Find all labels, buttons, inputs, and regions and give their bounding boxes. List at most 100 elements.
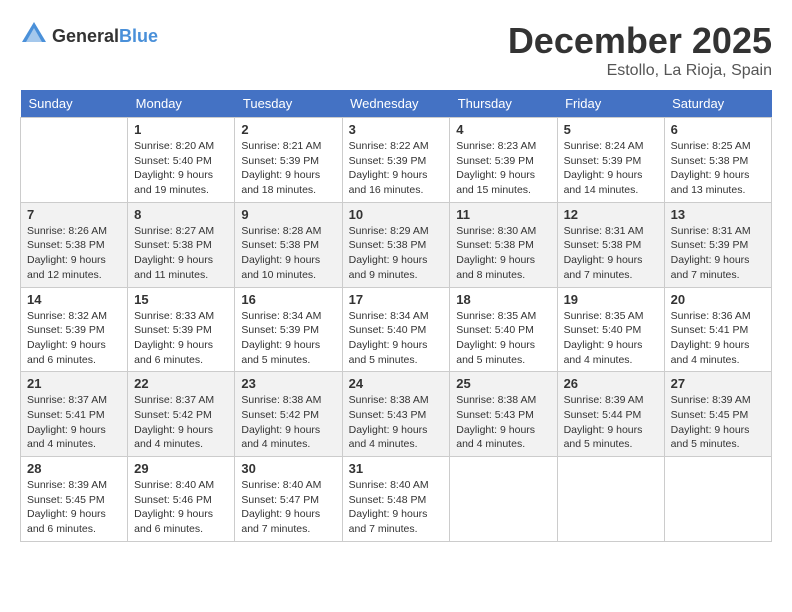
day-number: 23 — [241, 376, 335, 391]
day-info: Sunrise: 8:39 AMSunset: 5:45 PMDaylight:… — [27, 478, 121, 537]
calendar-day-cell: 19Sunrise: 8:35 AMSunset: 5:40 PMDayligh… — [557, 287, 664, 372]
day-info: Sunrise: 8:39 AMSunset: 5:45 PMDaylight:… — [671, 393, 765, 452]
day-number: 6 — [671, 122, 765, 137]
day-info: Sunrise: 8:38 AMSunset: 5:43 PMDaylight:… — [349, 393, 444, 452]
page-header: GeneralBlue December 2025 Estollo, La Ri… — [20, 20, 772, 80]
weekday-header: Thursday — [450, 90, 557, 118]
day-info: Sunrise: 8:29 AMSunset: 5:38 PMDaylight:… — [349, 224, 444, 283]
day-number: 27 — [671, 376, 765, 391]
calendar-day-cell: 5Sunrise: 8:24 AMSunset: 5:39 PMDaylight… — [557, 118, 664, 203]
day-info: Sunrise: 8:34 AMSunset: 5:39 PMDaylight:… — [241, 309, 335, 368]
calendar-day-cell: 15 Sunrise: 8:33 AMSunset: 5:39 PMDayligh… — [128, 287, 235, 372]
day-info: Sunrise: 8:37 AMSunset: 5:42 PMDaylight:… — [134, 393, 228, 452]
day-number: 18 — [456, 292, 550, 307]
day-number: 2 — [241, 122, 335, 137]
calendar-header-row: SundayMondayTuesdayWednesdayThursdayFrid… — [21, 90, 772, 118]
day-number: 24 — [349, 376, 444, 391]
weekday-header: Friday — [557, 90, 664, 118]
weekday-header: Monday — [128, 90, 235, 118]
day-info: Sunrise: 8:39 AMSunset: 5:44 PMDaylight:… — [564, 393, 658, 452]
calendar-day-cell — [450, 457, 557, 542]
day-info: Sunrise: 8:37 AMSunset: 5:41 PMDaylight:… — [27, 393, 121, 452]
day-info: Sunrise: 8:35 AMSunset: 5:40 PMDaylight:… — [456, 309, 550, 368]
calendar-day-cell: 6 Sunrise: 8:25 AMSunset: 5:38 PMDaylight… — [664, 118, 771, 203]
day-number: 31 — [349, 461, 444, 476]
day-info: Sunrise: 8:30 AMSunset: 5:38 PMDaylight:… — [456, 224, 550, 283]
day-info: Sunrise: 8:40 AMSunset: 5:46 PMDaylight:… — [134, 478, 228, 537]
day-number: 22 — [134, 376, 228, 391]
calendar-day-cell: 27 Sunrise: 8:39 AMSunset: 5:45 PMDayligh… — [664, 372, 771, 457]
day-info: Sunrise: 8:22 AMSunset: 5:39 PMDaylight:… — [349, 139, 444, 198]
day-number: 14 — [27, 292, 121, 307]
calendar-week-row: 21 Sunrise: 8:37 AMSunset: 5:41 PMDayligh… — [21, 372, 772, 457]
day-info: Sunrise: 8:25 AMSunset: 5:38 PMDaylight:… — [671, 139, 765, 198]
day-info: Sunrise: 8:24 AMSunset: 5:39 PMDaylight:… — [564, 139, 658, 198]
calendar-day-cell: 13 Sunrise: 8:31 AMSunset: 5:39 PMDayligh… — [664, 202, 771, 287]
calendar-day-cell: 22 Sunrise: 8:37 AMSunset: 5:42 PMDayligh… — [128, 372, 235, 457]
day-info: Sunrise: 8:21 AMSunset: 5:39 PMDaylight:… — [241, 139, 335, 198]
day-info: Sunrise: 8:26 AMSunset: 5:38 PMDaylight:… — [27, 224, 121, 283]
day-number: 26 — [564, 376, 658, 391]
day-number: 9 — [241, 207, 335, 222]
title-block: December 2025 Estollo, La Rioja, Spain — [508, 20, 772, 80]
day-number: 13 — [671, 207, 765, 222]
logo-text: GeneralBlue — [52, 26, 158, 47]
day-info: Sunrise: 8:34 AMSunset: 5:40 PMDaylight:… — [349, 309, 444, 368]
day-number: 11 — [456, 207, 550, 222]
calendar-week-row: 14 Sunrise: 8:32 AMSunset: 5:39 PMDayligh… — [21, 287, 772, 372]
calendar-day-cell: 23 Sunrise: 8:38 AMSunset: 5:42 PMDayligh… — [235, 372, 342, 457]
calendar-day-cell: 4Sunrise: 8:23 AMSunset: 5:39 PMDaylight… — [450, 118, 557, 203]
calendar-day-cell — [557, 457, 664, 542]
calendar-day-cell: 20Sunrise: 8:36 AMSunset: 5:41 PMDayligh… — [664, 287, 771, 372]
day-number: 21 — [27, 376, 121, 391]
day-info: Sunrise: 8:31 AMSunset: 5:38 PMDaylight:… — [564, 224, 658, 283]
day-number: 3 — [349, 122, 444, 137]
day-number: 12 — [564, 207, 658, 222]
day-number: 15 — [134, 292, 228, 307]
calendar-day-cell: 2 Sunrise: 8:21 AMSunset: 5:39 PMDaylight… — [235, 118, 342, 203]
day-number: 7 — [27, 207, 121, 222]
day-number: 28 — [27, 461, 121, 476]
day-info: Sunrise: 8:33 AMSunset: 5:39 PMDaylight:… — [134, 309, 228, 368]
day-info: Sunrise: 8:27 AMSunset: 5:38 PMDaylight:… — [134, 224, 228, 283]
day-info: Sunrise: 8:28 AMSunset: 5:38 PMDaylight:… — [241, 224, 335, 283]
day-number: 4 — [456, 122, 550, 137]
day-number: 10 — [349, 207, 444, 222]
calendar-day-cell: 12 Sunrise: 8:31 AMSunset: 5:38 PMDayligh… — [557, 202, 664, 287]
day-info: Sunrise: 8:36 AMSunset: 5:41 PMDaylight:… — [671, 309, 765, 368]
calendar-day-cell: 7 Sunrise: 8:26 AMSunset: 5:38 PMDaylight… — [21, 202, 128, 287]
calendar-day-cell: 25 Sunrise: 8:38 AMSunset: 5:43 PMDayligh… — [450, 372, 557, 457]
weekday-header: Saturday — [664, 90, 771, 118]
calendar-day-cell: 8 Sunrise: 8:27 AMSunset: 5:38 PMDaylight… — [128, 202, 235, 287]
calendar-day-cell: 30Sunrise: 8:40 AMSunset: 5:47 PMDayligh… — [235, 457, 342, 542]
calendar-day-cell: 21 Sunrise: 8:37 AMSunset: 5:41 PMDayligh… — [21, 372, 128, 457]
calendar-week-row: 1Sunrise: 8:20 AMSunset: 5:40 PMDaylight… — [21, 118, 772, 203]
day-number: 17 — [349, 292, 444, 307]
day-info: Sunrise: 8:31 AMSunset: 5:39 PMDaylight:… — [671, 224, 765, 283]
calendar-day-cell: 10 Sunrise: 8:29 AMSunset: 5:38 PMDayligh… — [342, 202, 450, 287]
calendar-day-cell — [664, 457, 771, 542]
weekday-header: Sunday — [21, 90, 128, 118]
day-info: Sunrise: 8:38 AMSunset: 5:43 PMDaylight:… — [456, 393, 550, 452]
calendar-day-cell: 18 Sunrise: 8:35 AMSunset: 5:40 PMDayligh… — [450, 287, 557, 372]
day-number: 8 — [134, 207, 228, 222]
calendar-day-cell: 11 Sunrise: 8:30 AMSunset: 5:38 PMDayligh… — [450, 202, 557, 287]
day-number: 1 — [134, 122, 228, 137]
calendar-day-cell: 3 Sunrise: 8:22 AMSunset: 5:39 PMDaylight… — [342, 118, 450, 203]
day-number: 19 — [564, 292, 658, 307]
day-info: Sunrise: 8:32 AMSunset: 5:39 PMDaylight:… — [27, 309, 121, 368]
day-number: 25 — [456, 376, 550, 391]
day-info: Sunrise: 8:40 AMSunset: 5:48 PMDaylight:… — [349, 478, 444, 537]
day-number: 30 — [241, 461, 335, 476]
calendar-day-cell: 14 Sunrise: 8:32 AMSunset: 5:39 PMDayligh… — [21, 287, 128, 372]
calendar-day-cell: 1Sunrise: 8:20 AMSunset: 5:40 PMDaylight… — [128, 118, 235, 203]
calendar-day-cell: 16Sunrise: 8:34 AMSunset: 5:39 PMDayligh… — [235, 287, 342, 372]
day-info: Sunrise: 8:38 AMSunset: 5:42 PMDaylight:… — [241, 393, 335, 452]
logo: GeneralBlue — [20, 20, 158, 53]
calendar-day-cell: 26 Sunrise: 8:39 AMSunset: 5:44 PMDayligh… — [557, 372, 664, 457]
calendar-day-cell: 9 Sunrise: 8:28 AMSunset: 5:38 PMDaylight… — [235, 202, 342, 287]
calendar-day-cell: 31 Sunrise: 8:40 AMSunset: 5:48 PMDayligh… — [342, 457, 450, 542]
day-number: 29 — [134, 461, 228, 476]
calendar-day-cell: 29 Sunrise: 8:40 AMSunset: 5:46 PMDayligh… — [128, 457, 235, 542]
calendar-day-cell: 17 Sunrise: 8:34 AMSunset: 5:40 PMDayligh… — [342, 287, 450, 372]
